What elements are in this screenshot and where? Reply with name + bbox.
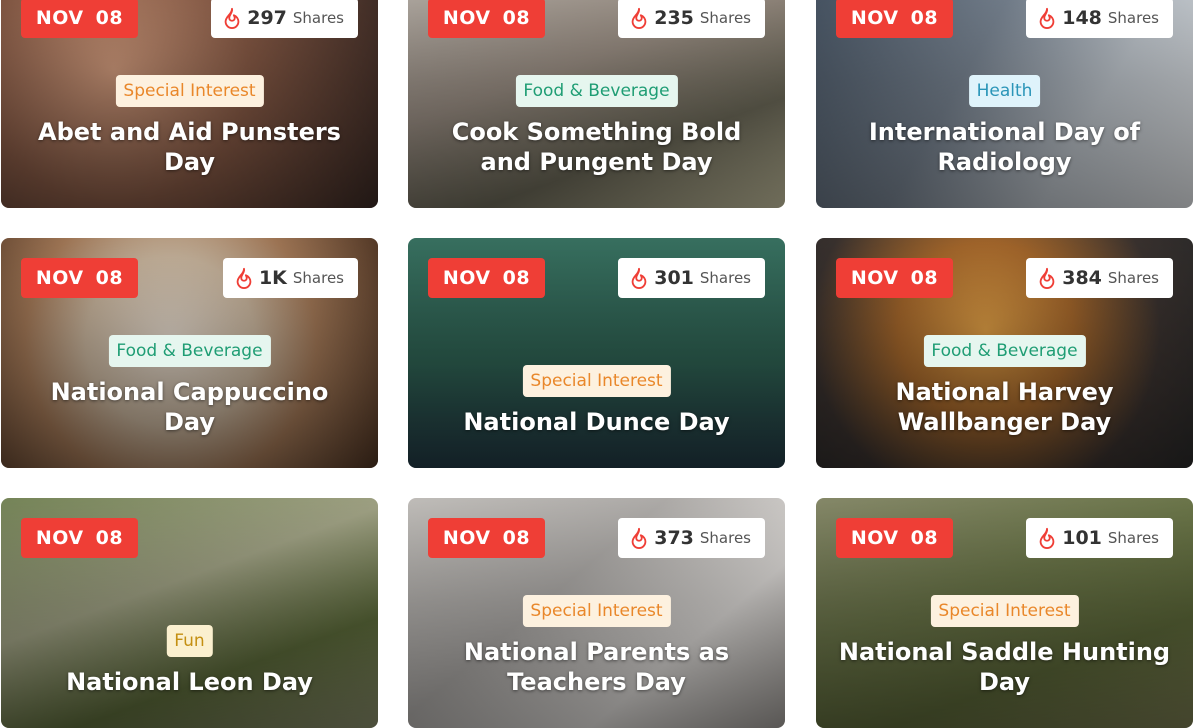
event-card[interactable]: NOV 08 301 Shares Special Interest Nation… [408, 238, 785, 468]
date-day: 08 [95, 527, 124, 549]
shares-badge[interactable]: 297 Shares [211, 0, 358, 38]
shares-count: 148 [1062, 7, 1102, 29]
date-day: 08 [95, 7, 124, 29]
event-title[interactable]: National Harvey Wallbanger Day [836, 377, 1173, 437]
event-card-grid: NOV 08 297 Shares Special Interest Abet a… [0, 0, 1193, 728]
shares-badge[interactable]: 301 Shares [618, 258, 765, 298]
event-title[interactable]: Cook Something Bold and Pungent Day [428, 117, 765, 177]
date-badge: NOV 08 [836, 258, 953, 298]
category-tag[interactable]: Special Interest [930, 595, 1079, 627]
event-title[interactable]: International Day of Radiology [836, 117, 1173, 177]
category-tag[interactable]: Fun [166, 625, 213, 657]
event-card[interactable]: NOV 08 384 Shares Food & Beverage Nationa… [816, 238, 1193, 468]
shares-badge[interactable]: 1K Shares [222, 258, 358, 298]
shares-label: Shares [699, 9, 751, 27]
flame-icon [631, 527, 647, 549]
date-month: NOV [850, 267, 899, 289]
date-day: 08 [502, 267, 531, 289]
event-title[interactable]: National Saddle Hunting Day [836, 637, 1173, 697]
shares-label: Shares [1107, 269, 1159, 287]
date-day: 08 [910, 527, 939, 549]
shares-label: Shares [1107, 9, 1159, 27]
event-title[interactable]: National Dunce Day [428, 407, 765, 437]
category-tag[interactable]: Health [968, 75, 1041, 107]
category-tag[interactable]: Special Interest [522, 595, 671, 627]
date-badge: NOV 08 [21, 0, 138, 38]
shares-count: 373 [654, 527, 694, 549]
shares-count: 384 [1062, 267, 1102, 289]
category-tag[interactable]: Food & Beverage [108, 335, 271, 367]
shares-count: 1K [258, 267, 287, 289]
category-tag[interactable]: Food & Beverage [923, 335, 1086, 367]
date-badge: NOV 08 [21, 518, 138, 558]
category-tag[interactable]: Food & Beverage [515, 75, 678, 107]
event-title[interactable]: National Cappuccino Day [21, 377, 358, 437]
flame-icon [224, 7, 240, 29]
shares-badge[interactable]: 373 Shares [618, 518, 765, 558]
event-card[interactable]: NOV 08 373 Shares Special Interest Nation… [408, 498, 785, 728]
shares-count: 235 [654, 7, 694, 29]
shares-badge[interactable]: 148 Shares [1026, 0, 1173, 38]
date-month: NOV [35, 527, 84, 549]
shares-count: 301 [654, 267, 694, 289]
date-month: NOV [35, 267, 84, 289]
event-title[interactable]: National Leon Day [21, 667, 358, 697]
event-card[interactable]: NOV 08 1K Shares Food & Beverage National… [1, 238, 378, 468]
date-month: NOV [442, 527, 491, 549]
event-card[interactable]: NOV 08 297 Shares Special Interest Abet a… [1, 0, 378, 208]
category-tag[interactable]: Special Interest [522, 365, 671, 397]
category-tag[interactable]: Special Interest [115, 75, 264, 107]
date-badge: NOV 08 [836, 518, 953, 558]
event-card[interactable]: NOV 08 148 Shares Health International Da… [816, 0, 1193, 208]
date-day: 08 [910, 267, 939, 289]
event-title[interactable]: Abet and Aid Punsters Day [21, 117, 358, 177]
event-title[interactable]: National Parents as Teachers Day [428, 637, 765, 697]
date-day: 08 [502, 527, 531, 549]
shares-label: Shares [292, 269, 344, 287]
shares-label: Shares [699, 529, 751, 547]
date-month: NOV [850, 527, 899, 549]
shares-badge[interactable]: 101 Shares [1026, 518, 1173, 558]
shares-label: Shares [292, 9, 344, 27]
shares-label: Shares [1107, 529, 1159, 547]
flame-icon [1039, 7, 1055, 29]
flame-icon [631, 267, 647, 289]
date-day: 08 [910, 7, 939, 29]
shares-count: 101 [1062, 527, 1102, 549]
event-card[interactable]: NOV 08 Fun National Leon Day [1, 498, 378, 728]
date-badge: NOV 08 [428, 0, 545, 38]
flame-icon [1039, 527, 1055, 549]
date-badge: NOV 08 [836, 0, 953, 38]
date-badge: NOV 08 [21, 258, 138, 298]
event-card[interactable]: NOV 08 101 Shares Special Interest Nation… [816, 498, 1193, 728]
event-card[interactable]: NOV 08 235 Shares Food & Beverage Cook So… [408, 0, 785, 208]
date-badge: NOV 08 [428, 258, 545, 298]
date-month: NOV [850, 7, 899, 29]
date-month: NOV [442, 267, 491, 289]
date-day: 08 [95, 267, 124, 289]
flame-icon [631, 7, 647, 29]
flame-icon [1039, 267, 1055, 289]
date-badge: NOV 08 [428, 518, 545, 558]
date-day: 08 [502, 7, 531, 29]
shares-count: 297 [247, 7, 287, 29]
shares-badge[interactable]: 384 Shares [1026, 258, 1173, 298]
date-month: NOV [442, 7, 491, 29]
date-month: NOV [35, 7, 84, 29]
shares-label: Shares [699, 269, 751, 287]
shares-badge[interactable]: 235 Shares [618, 0, 765, 38]
flame-icon [236, 267, 252, 289]
